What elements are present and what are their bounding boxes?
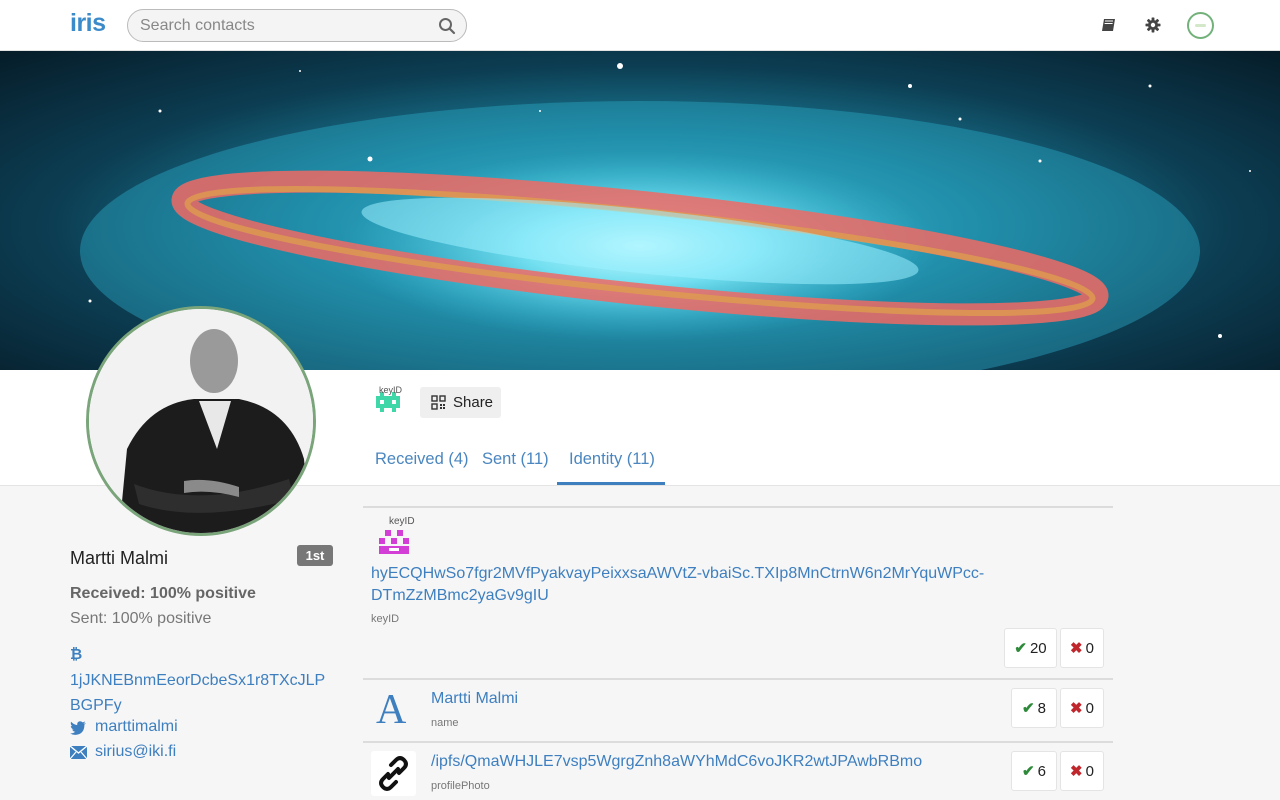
upvote-count: 6 [1037, 763, 1046, 780]
search-icon[interactable] [438, 17, 456, 35]
user-avatar[interactable] [1187, 12, 1214, 39]
bitcoin-icon: ₿ [70, 646, 83, 663]
tab-identity[interactable]: Identity (11) [569, 440, 655, 486]
attribute-type-label: name [431, 717, 459, 729]
share-button-label: Share [453, 394, 494, 411]
check-icon: ✔ [1022, 763, 1035, 780]
check-icon: ✔ [1022, 700, 1035, 717]
gear-icon[interactable] [1144, 16, 1162, 34]
active-tab-indicator [557, 482, 665, 485]
upvote-count: 8 [1037, 700, 1046, 717]
upvote-button[interactable]: ✔ 20 [1004, 628, 1057, 668]
profile-name: Martti Malmi [70, 548, 168, 568]
twitter-handle[interactable]: marttimalmi [95, 718, 178, 736]
keyid-identicon[interactable]: keyID [372, 385, 404, 417]
search-input[interactable] [140, 10, 430, 41]
downvote-count: 0 [1085, 640, 1094, 657]
link-icon [379, 756, 408, 791]
upvote-button[interactable]: ✔ 8 [1011, 688, 1057, 728]
profile-photo-value[interactable]: /ipfs/QmaWHJLE7vsp5WgrgZnh8aWYhMdC6voJKR… [431, 753, 922, 771]
attribute-type-label: profilePhoto [431, 780, 490, 792]
cross-icon: ✖ [1070, 763, 1083, 780]
name-letter-icon: A [376, 687, 407, 733]
attribute-type-label: keyID [371, 613, 400, 625]
upvote-button[interactable]: ✔ 6 [1011, 751, 1057, 791]
twitter-icon [70, 721, 86, 735]
connection-degree-badge: 1st [297, 545, 333, 566]
email-address[interactable]: sirius@iki.fi [95, 743, 176, 761]
downvote-button[interactable]: ✖ 0 [1060, 628, 1104, 668]
share-button[interactable]: Share [420, 387, 501, 418]
downvote-count: 0 [1085, 763, 1094, 780]
tab-received[interactable]: Received (4) [375, 440, 469, 486]
name-value[interactable]: Martti Malmi [431, 690, 518, 708]
cross-icon: ✖ [1070, 700, 1083, 717]
sent-stats: Sent: 100% positive [70, 610, 212, 627]
identity-row-keyid: keyID hyECQHwSo7fgr2MVfPyakvayPeixxsaAWV… [363, 506, 1113, 678]
email-icon [70, 746, 87, 759]
downvote-button[interactable]: ✖ 0 [1060, 751, 1104, 791]
link-icon-box [371, 751, 416, 796]
bitcoin-address-link[interactable]: 1jJKNEBnmEeorDcbeSx1r8TXcJLPBGPFy [70, 668, 332, 718]
keyid-value[interactable]: hyECQHwSo7fgr2MVfPyakvayPeixxsaAWVtZ-vba… [371, 563, 991, 607]
identity-row-profile-photo: /ipfs/QmaWHJLE7vsp5WgrgZnh8aWYhMdC6voJKR… [363, 741, 1113, 800]
keyid-identicon-icon [379, 530, 409, 554]
profile-photo [86, 306, 316, 536]
identicon-label: keyID [389, 516, 415, 527]
top-navbar: iris [0, 0, 1280, 51]
tab-sent[interactable]: Sent (11) [482, 440, 549, 486]
downvote-count: 0 [1085, 700, 1094, 717]
upvote-count: 20 [1029, 640, 1047, 657]
cross-icon: ✖ [1070, 640, 1083, 657]
person-photo-image [89, 309, 313, 533]
downvote-button[interactable]: ✖ 0 [1060, 688, 1104, 728]
check-icon: ✔ [1014, 640, 1027, 657]
iris-logo[interactable]: iris [70, 9, 106, 38]
identity-row-name: A Martti Malmi name ✔ 8 ✖ 0 [363, 678, 1113, 741]
book-icon[interactable] [1100, 16, 1118, 34]
keyid-label: keyID [379, 385, 403, 395]
search-box [127, 9, 467, 42]
received-stats: Received: 100% positive [70, 585, 256, 602]
qr-code-icon [431, 395, 446, 410]
